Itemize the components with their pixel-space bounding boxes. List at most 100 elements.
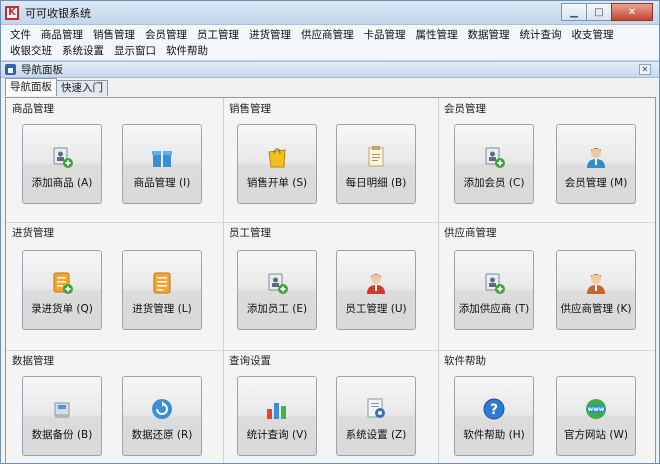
nav-group: 商品管理添加商品 (A) 商品管理 (I) (6, 98, 223, 222)
nav-tile-button[interactable]: 每日明细 (B) (336, 124, 416, 204)
tab-quick-start[interactable]: 快速入门 (56, 80, 108, 96)
nav-tile-button[interactable]: www 官方网站 (W) (556, 376, 636, 456)
nav-group: 会员管理添加会员 (C) 会员管理 (M) (438, 98, 657, 222)
supplier-icon (584, 271, 608, 295)
panel-close-button[interactable]: ✕ (639, 64, 651, 75)
member-icon (584, 145, 608, 169)
group-title: 进货管理 (12, 227, 54, 239)
nav-group: 查询设置统计查询 (V) 系统设置 (Z) (223, 350, 438, 463)
menu-bar: 文件 商品管理 销售管理 会员管理 员工管理 进货管理 供应商管理 卡品管理 属性管理 数据管理统… (1, 25, 659, 61)
nav-tile-button[interactable]: 进货管理 (L) (122, 250, 202, 330)
tile-label: 进货管理 (L) (132, 303, 192, 315)
menu-item[interactable]: 属性管理 (411, 27, 463, 42)
nav-group: 数据管理 数据备份 (B) 数据还原 (R) (6, 350, 223, 463)
maximize-button[interactable]: □ (586, 3, 612, 21)
employee-icon (364, 271, 388, 295)
tile-label: 会员管理 (M) (564, 177, 628, 189)
group-title: 商品管理 (12, 103, 54, 115)
group-title: 软件帮助 (444, 355, 486, 367)
backup-icon (50, 397, 74, 421)
tile-label: 每日明细 (B) (345, 177, 407, 189)
window-controls: ▁ □ ✕ (561, 3, 653, 21)
menu-item[interactable]: 销售管理 (88, 27, 140, 42)
nav-tile-button[interactable]: 会员管理 (M) (556, 124, 636, 204)
menu-item[interactable]: 员工管理 (192, 27, 244, 42)
menu-item[interactable]: 卡品管理 (359, 27, 411, 42)
group-title: 销售管理 (229, 103, 271, 115)
nav-tile-button[interactable]: 统计查询 (V) (237, 376, 317, 456)
tile-label: 供应商管理 (K) (560, 303, 632, 315)
tile-label: 添加会员 (C) (463, 177, 525, 189)
panel-header: 导航面板 ✕ (1, 61, 659, 78)
nav-group: 进货管理录进货单 (Q) 进货管理 (L) (6, 222, 223, 350)
menu-item[interactable]: 收银交班 (5, 43, 57, 58)
menu-row: 收银交班 系统设置 显示窗口 软件帮助 (5, 42, 655, 58)
add-product-icon (50, 145, 74, 169)
bar-chart-icon (265, 397, 289, 421)
menu-row: 文件 商品管理 销售管理 会员管理 员工管理 进货管理 供应商管理 卡品管理 属性管理 数据管理统… (5, 26, 655, 42)
tile-label: 添加供应商 (T) (458, 303, 530, 315)
panel-title: 导航面板 (21, 64, 63, 76)
svg-text:?: ? (490, 402, 498, 418)
window-title: 可可收银系统 (25, 6, 91, 20)
tile-label: 销售开单 (S) (246, 177, 308, 189)
nav-tile-button[interactable]: 添加商品 (A) (22, 124, 102, 204)
navigation-panel: 商品管理添加商品 (A) 商品管理 (I) 销售管理销售开单 (S) 每日明细 (B)… (5, 97, 657, 463)
nav-tile-button[interactable]: 录进货单 (Q) (22, 250, 102, 330)
nav-tile-button[interactable]: 销售开单 (S) (237, 124, 317, 204)
restore-icon (150, 397, 174, 421)
nav-tile-button[interactable]: 添加供应商 (T) (454, 250, 534, 330)
menu-item[interactable]: 供应商管理 (296, 27, 359, 42)
menu-item[interactable]: 软件帮助 (161, 43, 213, 58)
menu-item[interactable]: 商品管理 (36, 27, 88, 42)
nav-tile-button[interactable]: 系统设置 (Z) (336, 376, 416, 456)
menu-item[interactable]: 文件 (5, 27, 36, 42)
minimize-button[interactable]: ▁ (561, 3, 587, 21)
add-member-icon (482, 145, 506, 169)
menu-item[interactable]: 显示窗口 (109, 43, 161, 58)
add-supplier-icon (482, 271, 506, 295)
tab-navigation[interactable]: 导航面板 (5, 78, 57, 96)
daily-report-icon (364, 145, 388, 169)
add-employee-icon (265, 271, 289, 295)
app-logo-icon: K (5, 5, 19, 20)
group-title: 会员管理 (444, 103, 486, 115)
nav-tile-button[interactable]: 员工管理 (U) (336, 250, 416, 330)
title-bar: K 可可收银系统 ▁ □ ✕ (1, 1, 659, 25)
tile-label: 软件帮助 (H) (463, 429, 525, 441)
menu-item[interactable]: 统计查询 (515, 27, 567, 42)
menu-item[interactable]: 数据管理 (463, 27, 515, 42)
nav-tile-button[interactable]: ? 软件帮助 (H) (454, 376, 534, 456)
main-window: K 可可收银系统 ▁ □ ✕ 文件 商品管理 销售管理 会员管理 员工管理 进货管理 供应商… (0, 0, 660, 464)
nav-tile-button[interactable]: 添加员工 (E) (237, 250, 317, 330)
tab-strip: 导航面板 快速入门 (1, 78, 659, 96)
help-icon: ? (482, 397, 506, 421)
group-title: 查询设置 (229, 355, 271, 367)
settings-icon (364, 397, 388, 421)
tile-label: 数据还原 (R) (131, 429, 193, 441)
nav-tile-button[interactable]: 供应商管理 (K) (556, 250, 636, 330)
tile-label: 数据备份 (B) (31, 429, 93, 441)
add-purchase-icon (50, 271, 74, 295)
nav-tile-button[interactable]: 添加会员 (C) (454, 124, 534, 204)
menu-item[interactable]: 系统设置 (57, 43, 109, 58)
close-button[interactable]: ✕ (611, 3, 653, 21)
tile-label: 录进货单 (Q) (31, 303, 93, 315)
purchase-list-icon (150, 271, 174, 295)
nav-tile-button[interactable]: 数据备份 (B) (22, 376, 102, 456)
nav-group: 软件帮助? 软件帮助 (H) www 官方网站 (W) (438, 350, 657, 463)
nav-group: 供应商管理添加供应商 (T) 供应商管理 (K) (438, 222, 657, 350)
svg-text:www: www (588, 406, 605, 413)
tile-label: 官方网站 (W) (564, 429, 628, 441)
group-title: 供应商管理 (444, 227, 497, 239)
nav-group: 员工管理 添加员工 (E) 员工管理 (U) (223, 222, 438, 350)
tile-label: 员工管理 (U) (345, 303, 407, 315)
menu-item[interactable]: 收支管理 (567, 27, 619, 42)
nav-tile-button[interactable]: 商品管理 (I) (122, 124, 202, 204)
nav-tile-button[interactable]: 数据还原 (R) (122, 376, 202, 456)
tile-label: 商品管理 (I) (133, 177, 191, 189)
menu-item[interactable]: 会员管理 (140, 27, 192, 42)
home-icon (5, 64, 16, 75)
gift-box-icon (150, 145, 174, 169)
menu-item[interactable]: 进货管理 (244, 27, 296, 42)
